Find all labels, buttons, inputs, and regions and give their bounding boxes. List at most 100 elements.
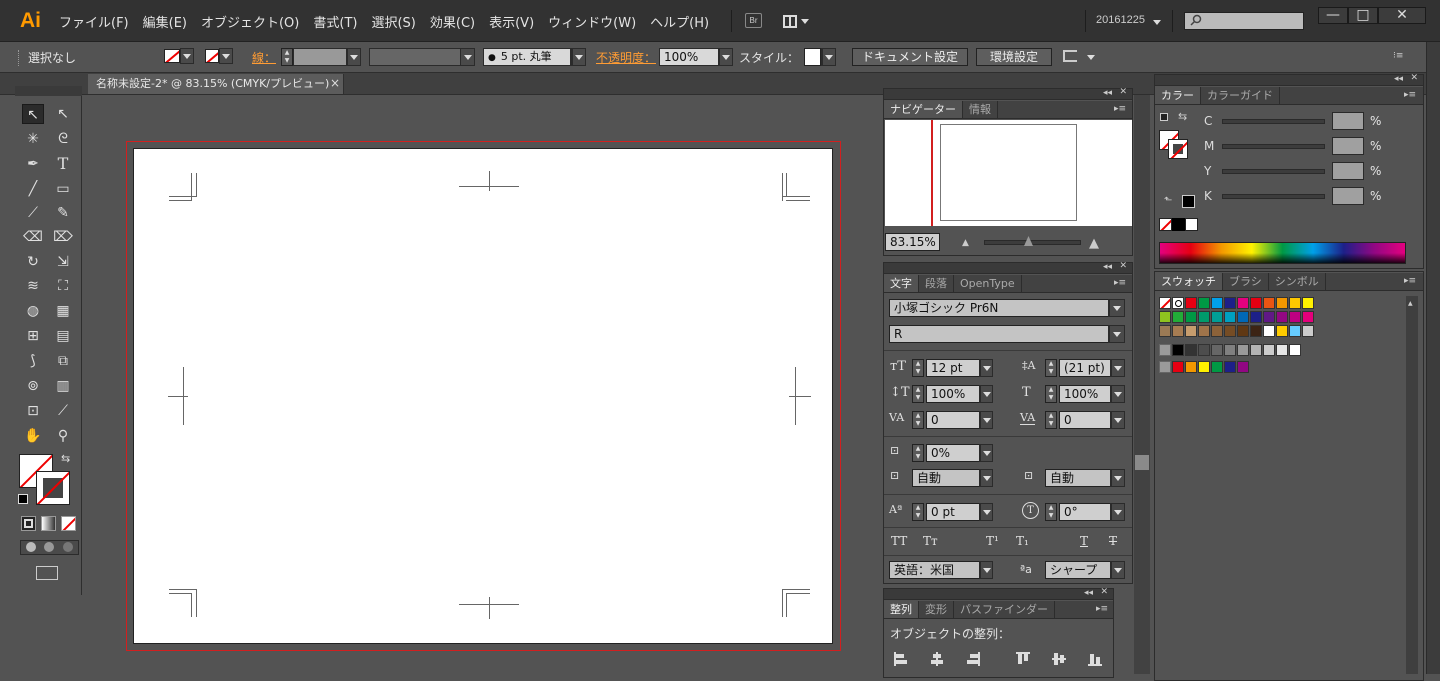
color-swatch[interactable] [1250,297,1262,309]
channel-k-slider[interactable] [1222,194,1325,199]
color-swatch[interactable] [1289,344,1301,356]
panel-scrollbar[interactable] [1134,95,1150,674]
channel-m-slider[interactable] [1222,144,1325,149]
menu-select[interactable]: 選択(S) [364,12,422,31]
color-swatch[interactable] [1276,325,1288,337]
color-swatch[interactable] [1237,344,1249,356]
navigator-preview[interactable] [885,120,1132,226]
tab-pathfinder[interactable]: パスファインダー [954,601,1055,618]
tab-color[interactable]: カラー [1155,87,1201,104]
aki-left-field[interactable]: 自動 [912,469,980,487]
restore-button[interactable]: □ [1348,7,1378,24]
color-swatch[interactable] [1185,361,1197,373]
workspace-switcher[interactable]: 20161225 [1096,14,1145,26]
opacity-field[interactable]: 100% [659,48,720,66]
leading-dropdown[interactable] [1110,359,1125,377]
tracking-stepper[interactable]: ▲ ▼ [1045,411,1057,429]
tab-symbols[interactable]: シンボル [1269,273,1326,290]
opacity-label[interactable]: 不透明度： [596,49,656,66]
baseline-shift-field[interactable]: 0 pt [926,503,980,521]
kerning-field[interactable]: 0 [926,411,980,429]
language-dropdown[interactable] [979,561,993,579]
horizontal-scale-dropdown[interactable] [1110,385,1125,403]
magic-wand-tool-icon[interactable]: ✳ [22,129,44,149]
navigator-view-box[interactable] [931,120,933,226]
scroll-up-icon[interactable]: ▲ [1408,300,1413,307]
color-swatch[interactable] [1263,325,1275,337]
tab-align[interactable]: 整列 [884,601,919,618]
out-of-gamut-icon[interactable]: ⬑ [1164,195,1172,206]
tab-info[interactable]: 情報 [963,101,998,118]
fill-control[interactable] [164,48,194,64]
channel-c-field[interactable] [1332,112,1364,130]
align-bottom-icon[interactable] [1088,652,1102,666]
subscript-button[interactable]: T₁ [1016,534,1029,548]
color-swatch[interactable] [1289,297,1301,309]
none-swatch[interactable] [1159,218,1172,231]
color-swatch[interactable] [1172,311,1184,323]
collapse-icon[interactable]: ◂◂ [1103,88,1112,98]
color-swatch[interactable] [1159,325,1171,337]
channel-y-field[interactable] [1332,162,1364,180]
warp-tool-icon[interactable]: ≋ [22,276,44,296]
rotate-tool-icon[interactable]: ↻ [22,252,44,272]
panel-menu-icon[interactable]: ▸≡ [1096,604,1108,614]
font-size-dropdown[interactable] [979,359,993,377]
navigator-zoom-field[interactable]: 83.15% [885,233,940,251]
tab-character[interactable]: 文字 [884,275,919,292]
align-right-icon[interactable] [966,652,980,666]
tab-transform[interactable]: 変形 [919,601,954,618]
tab-brushes[interactable]: ブラシ [1223,273,1269,290]
tsume-dropdown[interactable] [979,444,993,462]
color-stroke-swatch[interactable] [1168,139,1188,159]
artboard-tool-icon[interactable]: ⊡ [22,401,44,421]
antialias-dropdown[interactable] [1110,561,1125,579]
color-swatch[interactable] [1237,325,1249,337]
none-swatch[interactable] [1159,297,1171,309]
menu-window[interactable]: ウィンドウ(W) [541,12,643,31]
color-swatch[interactable] [1302,297,1314,309]
font-size-stepper[interactable]: ▲ ▼ [912,359,924,377]
color-swatch[interactable] [1250,311,1262,323]
panel-menu-icon[interactable]: ▸≡ [1404,276,1416,286]
color-swatch[interactable] [1263,344,1275,356]
graphic-style-swatch[interactable] [804,48,821,66]
color-swatch[interactable] [1224,311,1236,323]
pen-tool-icon[interactable]: ✒ [22,154,44,174]
color-swatch[interactable] [1198,344,1210,356]
vertical-scale-field[interactable]: 100% [926,385,980,403]
color-swatch[interactable] [1159,311,1171,323]
gradient-tool-icon[interactable]: ▤ [52,326,74,346]
stroke-swatch[interactable] [36,471,70,505]
symbol-sprayer-tool-icon[interactable]: ⊚ [22,376,44,396]
color-swatch[interactable] [1211,361,1223,373]
zoom-out-icon[interactable]: ▲ [962,238,969,248]
menu-effect[interactable]: 効果(C) [423,12,482,31]
color-swatch[interactable] [1198,325,1210,337]
direct-selection-tool-icon[interactable]: ↖ [52,104,74,124]
menu-file[interactable]: ファイル(F) [52,12,136,31]
language-field[interactable]: 英語：米国 [889,561,980,579]
menu-edit[interactable]: 編集(E) [136,12,194,31]
stroke-weight-stepper[interactable]: ▲ ▼ [281,48,293,66]
color-swatch[interactable] [1172,344,1184,356]
font-style-dropdown[interactable] [1108,325,1125,343]
transform-icon[interactable] [1063,50,1077,62]
color-swatch[interactable] [1198,297,1210,309]
blob-brush-tool-icon[interactable]: ⌫ [22,227,44,247]
font-style-field[interactable]: R [889,325,1109,343]
web-color-icon[interactable] [1182,195,1195,208]
color-swatch[interactable] [1198,311,1210,323]
perspective-grid-tool-icon[interactable]: ▦ [52,301,74,321]
panel-menu-icon[interactable]: ▸≡ [1114,104,1126,114]
close-icon[interactable]: ✕ [1100,587,1108,597]
hand-tool-icon[interactable]: ✋ [22,426,44,446]
zoom-in-icon[interactable]: ▲ [1089,236,1099,251]
color-swatch[interactable] [1185,297,1197,309]
collapse-icon[interactable]: ◂◂ [1103,262,1112,272]
shape-builder-tool-icon[interactable]: ◍ [22,301,44,321]
align-hcenter-icon[interactable] [930,652,944,666]
arrange-documents-button[interactable] [783,13,811,29]
pencil-tool-icon[interactable]: ✎ [52,203,74,223]
color-swatch[interactable] [1172,361,1184,373]
